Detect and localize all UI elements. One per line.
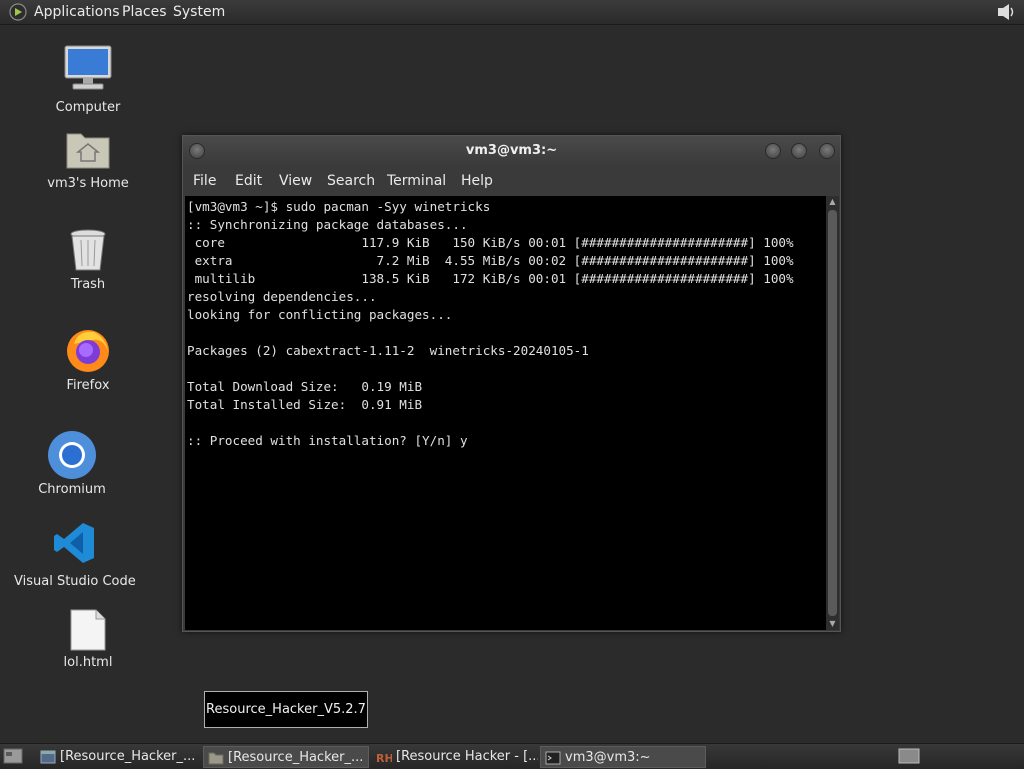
menu-help[interactable]: Help	[461, 167, 493, 195]
terminal-icon	[545, 751, 561, 765]
terminal-menubar: File Edit View Search Terminal Help	[183, 167, 840, 195]
taskbar-item-label: [Resource_Hacker_...	[228, 750, 364, 765]
desktop-icon-computer[interactable]: Computer	[28, 44, 148, 115]
applications-menu[interactable]: Applications	[34, 0, 120, 25]
desktop-icon-trash[interactable]: Trash	[28, 228, 148, 292]
taskbar-item[interactable]: RH [Resource Hacker - [...	[372, 746, 538, 768]
computer-icon	[64, 45, 112, 90]
menu-search[interactable]: Search	[327, 167, 375, 195]
system-menu[interactable]: System	[173, 0, 225, 25]
desktop-icon-firefox[interactable]: Firefox	[28, 326, 148, 393]
menu-terminal[interactable]: Terminal	[387, 167, 446, 195]
desktop-icon-label: Chromium	[38, 482, 106, 497]
desktop-icon-chromium[interactable]: Chromium	[12, 430, 132, 497]
menu-file[interactable]: File	[193, 167, 216, 195]
window-titlebar[interactable]: vm3@vm3:~	[183, 136, 840, 166]
taskbar-item[interactable]: [Resource_Hacker_...	[36, 746, 200, 768]
home-folder-icon	[66, 133, 110, 169]
taskbar-tooltip: Resource_Hacker_V5.2.7	[204, 691, 368, 728]
close-button[interactable]	[819, 143, 835, 159]
app-window-icon	[40, 750, 56, 764]
desktop-icon-label: Trash	[70, 277, 106, 292]
desktop-icon-lol-html[interactable]: lol.html	[28, 608, 148, 670]
bottom-panel: [Resource_Hacker_... [Resource_Hacker_..…	[0, 743, 1024, 769]
desktop-icon-label: Visual Studio Code	[14, 574, 136, 589]
places-menu[interactable]: Places	[122, 0, 167, 25]
terminal-window: vm3@vm3:~ File Edit View Search Terminal…	[182, 135, 841, 632]
maximize-button[interactable]	[791, 143, 807, 159]
menu-edit[interactable]: Edit	[235, 167, 262, 195]
desktop-icon-vscode[interactable]: Visual Studio Code	[14, 521, 136, 589]
svg-text:RH: RH	[376, 752, 392, 765]
html-file-icon	[70, 609, 106, 651]
desktop-icon-label: vm3's Home	[47, 176, 129, 191]
firefox-icon	[67, 330, 109, 372]
applications-logo-icon[interactable]	[9, 3, 27, 21]
taskbar-item[interactable]: vm3@vm3:~	[540, 746, 706, 768]
terminal-scrollbar[interactable]: ▲ ▼	[826, 196, 839, 630]
trash-icon	[70, 229, 106, 271]
workspace-switcher-icon[interactable]	[898, 748, 920, 764]
taskbar-item-label: [Resource_Hacker_...	[60, 749, 196, 764]
top-panel: Applications Places System	[0, 0, 1024, 25]
scrollbar-thumb[interactable]	[828, 210, 837, 616]
taskbar-item[interactable]: [Resource_Hacker_...	[203, 746, 369, 768]
folder-icon	[208, 752, 224, 765]
desktop-icon-label: lol.html	[63, 655, 113, 670]
window-title: vm3@vm3:~	[465, 143, 558, 158]
terminal-text: [vm3@vm3 ~]$ sudo pacman -Syy winetricks…	[187, 199, 794, 448]
resource-hacker-icon: RH	[376, 752, 392, 765]
vscode-icon	[54, 523, 94, 563]
terminal-output[interactable]: [vm3@vm3 ~]$ sudo pacman -Syy winetricks…	[185, 196, 826, 630]
minimize-button[interactable]	[765, 143, 781, 159]
scroll-up-arrow-icon[interactable]: ▲	[826, 196, 839, 208]
desktop-icon-home[interactable]: vm3's Home	[28, 128, 148, 191]
menu-view[interactable]: View	[279, 167, 312, 195]
show-desktop-icon[interactable]	[3, 748, 23, 764]
desktop-icon-label: Firefox	[66, 378, 110, 393]
chromium-icon	[48, 431, 96, 479]
taskbar-item-label: vm3@vm3:~	[565, 750, 651, 765]
desktop-icon-label: Computer	[55, 100, 121, 115]
scroll-down-arrow-icon[interactable]: ▼	[826, 618, 839, 630]
volume-icon[interactable]	[996, 2, 1016, 22]
taskbar-item-label: [Resource Hacker - [...	[396, 749, 538, 764]
